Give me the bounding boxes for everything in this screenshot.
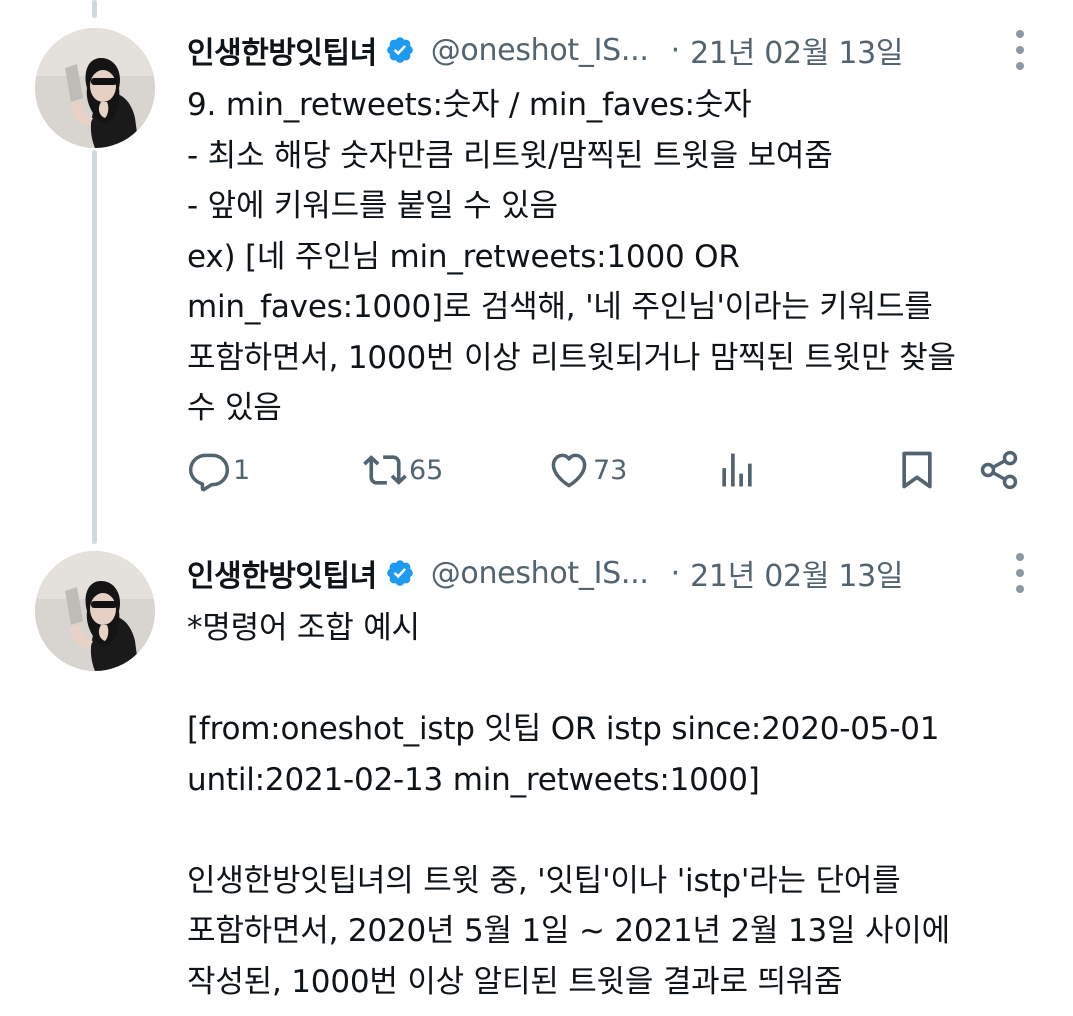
tweet-text-line: until:2021-02-13 min_retweets:1000] <box>187 761 760 798</box>
tweet-text-line: 포함하면서, 2020년 5월 1일 ~ 2021년 2월 13일 사이에 <box>187 913 950 949</box>
reply-icon <box>188 453 230 492</box>
tweet[interactable]: 인생한방잇팁녀 @oneshot_IS... · 21년 02월 13일 9. … <box>0 22 1073 522</box>
share-button[interactable] <box>977 440 1021 500</box>
share-icon <box>980 450 1018 490</box>
retweet-count: 65 <box>409 454 444 486</box>
avatar[interactable] <box>35 551 155 671</box>
tweet-text-line: min_faves:1000]로 검색해, '네 주인님'이라는 키워드를 <box>187 289 933 325</box>
bookmark-icon <box>902 451 932 489</box>
tweet-text-line: 인생한방잇팁녀의 트윗 중, '잇팁'이나 'istp'라는 단어를 <box>187 862 901 899</box>
like-icon <box>551 453 587 488</box>
tweet-date[interactable]: 21년 02월 13일 <box>690 551 903 595</box>
reply-count: 1 <box>233 454 251 486</box>
like-count: 73 <box>593 454 628 486</box>
tweet-text-line: ex) [네 주인님 min_retweets:1000 OR <box>187 238 740 275</box>
separator-dot: · <box>670 32 681 68</box>
tweet-text-line: 수 있음 <box>187 390 282 426</box>
tweet-header: 인생한방잇팁녀 @oneshot_IS... · 21년 02월 13일 <box>187 545 1037 601</box>
display-name[interactable]: 인생한방잇팁녀 <box>187 28 377 72</box>
tweet-actions: 1 65 73 <box>187 440 1037 500</box>
thread-line-top <box>92 0 97 18</box>
verified-badge-icon <box>386 560 413 586</box>
tweet-header: 인생한방잇팁녀 @oneshot_IS... · 21년 02월 13일 <box>187 22 1037 78</box>
tweet[interactable]: 인생한방잇팁녀 @oneshot_IS... · 21년 02월 13일 *명령… <box>0 545 1073 1015</box>
views-icon <box>722 453 752 487</box>
user-handle[interactable]: @oneshot_IS... <box>431 556 649 591</box>
user-handle[interactable]: @oneshot_IS... <box>431 33 649 68</box>
tweet-text: *명령어 조합 예시 [from:oneshot_istp 잇팁 OR istp… <box>187 603 1047 1007</box>
tweet-text-line: [from:oneshot_istp 잇팁 OR istp since:2020… <box>187 711 940 747</box>
retweet-icon <box>363 455 407 485</box>
retweet-button[interactable]: 65 <box>363 440 443 500</box>
tweet-text-line: 작성된, 1000번 이상 알티된 트윗을 결과로 띄워줌 <box>187 963 843 1000</box>
more-options-icon[interactable] <box>1005 22 1035 78</box>
tweet-thread: 인생한방잇팁녀 @oneshot_IS... · 21년 02월 13일 9. … <box>0 0 1073 1016</box>
verified-badge-icon <box>386 37 413 63</box>
avatar[interactable] <box>35 28 155 148</box>
tweet-date[interactable]: 21년 02월 13일 <box>690 28 903 72</box>
tweet-text-line: *명령어 조합 예시 <box>187 610 420 646</box>
reply-button[interactable]: 1 <box>187 440 250 500</box>
more-options-icon[interactable] <box>1005 545 1035 601</box>
tweet-text-line: - 최소 해당 숫자만큼 리트윗/맘찍된 트윗을 보여줌 <box>187 137 833 174</box>
display-name[interactable]: 인생한방잇팁녀 <box>187 551 377 595</box>
bookmark-button[interactable] <box>895 440 939 500</box>
tweet-text-line: 9. min_retweets:숫자 / min_faves:숫자 <box>187 87 752 123</box>
tweet-text-line: 포함하면서, 1000번 이상 리트윗되거나 맘찍된 트윗만 찾을 <box>187 339 956 376</box>
views-button[interactable] <box>715 440 759 500</box>
tweet-text: 9. min_retweets:숫자 / min_faves:숫자 - 최소 해… <box>187 80 1047 434</box>
tweet-text-line: - 앞에 키워드를 붙일 수 있음 <box>187 188 558 224</box>
like-button[interactable]: 73 <box>547 440 627 500</box>
separator-dot: · <box>670 555 681 591</box>
